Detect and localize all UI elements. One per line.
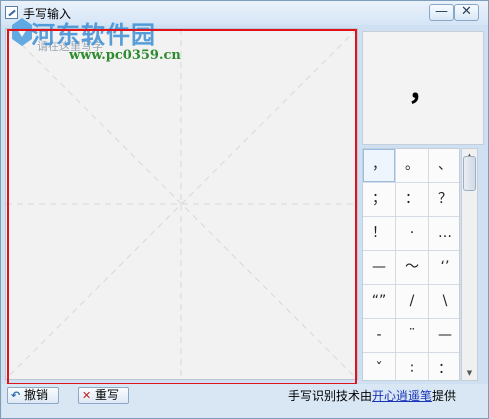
credit-link[interactable]: 开心逍遥笔	[372, 389, 432, 403]
symbol-cell[interactable]: ∶	[396, 353, 428, 380]
undo-arrow-icon: ↶	[11, 389, 21, 402]
symbol-cell[interactable]: -	[363, 319, 395, 352]
undo-label: 撤销	[24, 388, 49, 402]
minimize-button[interactable]: —	[429, 4, 454, 21]
writing-guide-lines	[6, 29, 357, 379]
credit-suffix: 提供	[432, 389, 457, 403]
symbol-cell[interactable]: ：	[396, 183, 428, 216]
symbol-cell[interactable]: ？	[429, 183, 459, 216]
symbol-scrollbar[interactable]: ▲ ▼	[461, 148, 478, 381]
watermark-logo-text: 河东软件园	[31, 20, 156, 49]
credit-text: 手写识别技术由开心逍遥笔提供	[288, 387, 456, 404]
symbol-cell[interactable]: …	[429, 217, 459, 250]
symbol-grid: ， 。 、 ； ： ？ ！ · … — ～ ‘’ “” / \ - ¨ — ˇ …	[362, 148, 460, 381]
symbol-cell[interactable]: 、	[429, 149, 459, 182]
undo-button[interactable]: ↶ 撤销	[7, 387, 59, 404]
rewrite-label: 重写	[95, 388, 120, 402]
symbol-cell[interactable]: ；	[363, 183, 395, 216]
symbol-cell[interactable]: “”	[363, 285, 395, 318]
watermark-logo-icon	[12, 18, 32, 46]
top-candidate[interactable]: ，	[362, 31, 484, 145]
symbol-cell[interactable]: ：	[429, 353, 459, 380]
symbol-cell[interactable]: /	[396, 285, 428, 318]
symbol-cell[interactable]: —	[363, 251, 395, 284]
symbol-cell[interactable]: ～	[396, 251, 428, 284]
symbol-cell[interactable]: —	[429, 319, 459, 352]
scroll-down-icon[interactable]: ▼	[462, 366, 477, 380]
top-candidate-char: ，	[408, 73, 438, 108]
scroll-thumb[interactable]	[463, 156, 476, 191]
symbol-cell[interactable]: ¨	[396, 319, 428, 352]
handwriting-window: 手写输入 — ✕ 请在这里写字 河东软件园 www.pc0359.cn ， ， …	[0, 0, 489, 419]
x-icon: ✕	[82, 389, 92, 402]
symbol-cell[interactable]: 。	[396, 149, 428, 182]
symbol-cell[interactable]: ˇ	[363, 353, 395, 380]
symbol-cell[interactable]: ，	[363, 149, 395, 182]
credit-prefix: 手写识别技术由	[288, 389, 373, 403]
rewrite-button[interactable]: ✕ 重写	[78, 387, 129, 404]
symbol-cell[interactable]: ·	[396, 217, 428, 250]
close-button[interactable]: ✕	[454, 4, 479, 21]
symbol-cell[interactable]: \	[429, 285, 459, 318]
watermark-url: www.pc0359.cn	[69, 48, 181, 63]
symbol-cell[interactable]: ！	[363, 217, 395, 250]
symbol-cell[interactable]: ‘’	[429, 251, 459, 284]
